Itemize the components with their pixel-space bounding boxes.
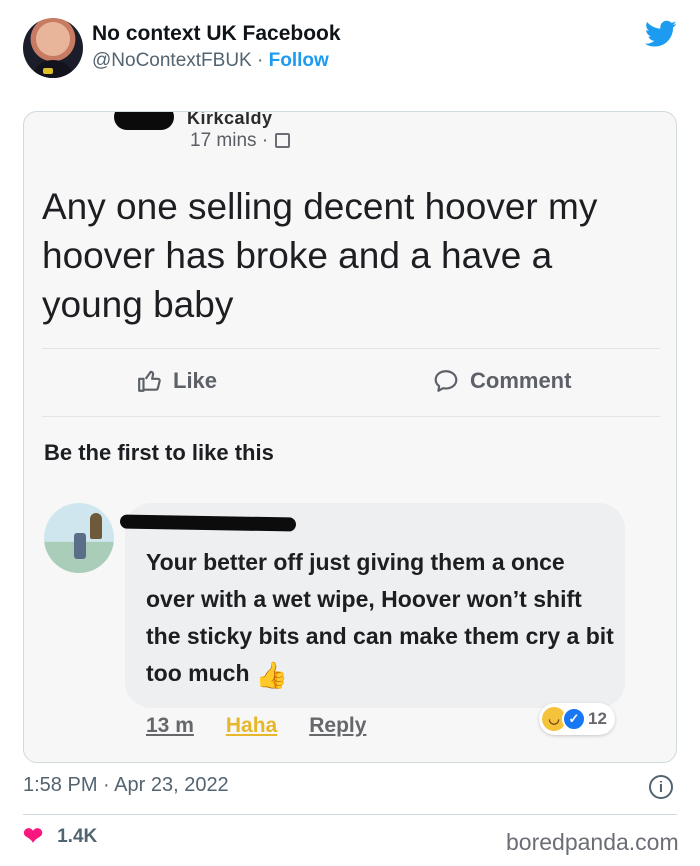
info-icon[interactable]: i bbox=[649, 775, 673, 799]
thumbs-up-icon bbox=[138, 370, 161, 392]
post-timestamp: 17 mins · bbox=[190, 130, 291, 152]
tweet-card: No context UK Facebook @NoContextFBUK · … bbox=[0, 0, 700, 866]
comment-text: Your better off just giving them a once … bbox=[146, 544, 616, 694]
avatar-figure bbox=[74, 533, 86, 559]
avatar-shirt bbox=[31, 60, 75, 78]
divider bbox=[42, 348, 660, 349]
tweet-likes[interactable]: ❤ 1.4K bbox=[23, 825, 97, 849]
redacted-poster-name bbox=[114, 112, 174, 130]
divider bbox=[42, 416, 660, 417]
heart-icon[interactable]: ❤ bbox=[23, 825, 43, 849]
comment-button: Comment bbox=[432, 368, 571, 394]
poster-avatar-fragment bbox=[64, 111, 74, 112]
reaction-summary: ◡ ✓ 12 bbox=[539, 703, 615, 735]
comment-actions: 13 m Haha Reply bbox=[146, 714, 366, 738]
haha-reaction-label: Haha bbox=[225, 714, 278, 737]
thumbs-up-emoji: 👍 bbox=[255, 660, 289, 690]
poster-name-cut-off: Kirkcaldy bbox=[187, 111, 273, 128]
post-time-separator: · bbox=[261, 130, 269, 151]
follow-button[interactable]: Follow bbox=[269, 50, 329, 71]
commenter-avatar bbox=[44, 503, 114, 573]
account-handle[interactable]: @NoContextFBUK bbox=[92, 50, 252, 71]
like-label: Like bbox=[173, 368, 218, 393]
post-text: Any one selling decent hoover my hoover … bbox=[42, 186, 598, 325]
comment-body: Your better off just giving them a once … bbox=[146, 549, 614, 686]
avatar-badge bbox=[43, 68, 53, 74]
watermark: boredpanda.com bbox=[506, 829, 679, 855]
reply-label: Reply bbox=[309, 714, 367, 737]
reaction-count: 12 bbox=[588, 709, 607, 728]
divider bbox=[23, 814, 677, 815]
handle-separator: · bbox=[257, 50, 264, 71]
like-count: 1.4K bbox=[57, 826, 98, 847]
like-button: Like bbox=[137, 368, 217, 394]
embedded-facebook-screenshot: Kirkcaldy 17 mins · Any one selling dece… bbox=[23, 111, 677, 763]
comment-label: Comment bbox=[470, 368, 572, 393]
twitter-bird-icon[interactable] bbox=[645, 20, 677, 48]
avatar-tree bbox=[90, 513, 102, 539]
like-reaction-icon: ✓ bbox=[562, 707, 586, 731]
audience-icon bbox=[275, 133, 291, 148]
tweet-datetime[interactable]: 1:58 PM · Apr 23, 2022 bbox=[23, 774, 229, 797]
likes-summary: Be the first to like this bbox=[44, 440, 274, 465]
account-name[interactable]: No context UK Facebook bbox=[92, 22, 341, 46]
post-time: 17 mins bbox=[190, 130, 257, 151]
account-avatar[interactable] bbox=[23, 18, 83, 78]
comment-bubble-icon bbox=[434, 370, 458, 392]
comment-time: 13 m bbox=[146, 714, 194, 737]
account-handle-row: @NoContextFBUK · Follow bbox=[92, 50, 329, 72]
